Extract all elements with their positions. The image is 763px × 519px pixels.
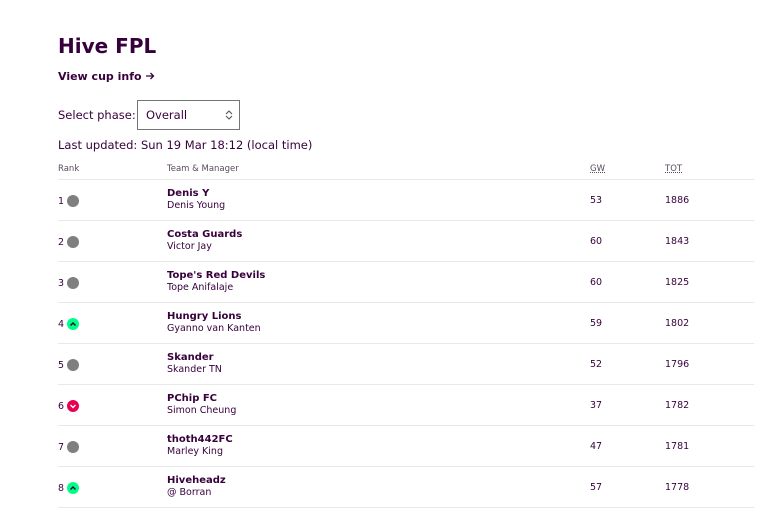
table-header: Rank Team & Manager GW TOT bbox=[58, 160, 754, 180]
rank-same-icon bbox=[67, 195, 80, 207]
phase-select-value: Overall bbox=[146, 108, 188, 122]
team-name[interactable]: Hiveheadz bbox=[167, 475, 226, 486]
total-points: 1781 bbox=[665, 441, 690, 452]
select-arrows-icon bbox=[225, 109, 233, 121]
manager-name: Simon Cheung bbox=[167, 405, 237, 416]
total-points: 1802 bbox=[665, 318, 690, 329]
gw-points: 60 bbox=[590, 236, 603, 247]
gw-points: 59 bbox=[590, 318, 603, 329]
table-row: 4 Hungry Lions Gyanno van Kanten 59 1802 bbox=[58, 303, 754, 344]
manager-name: @ Borran bbox=[167, 487, 212, 498]
rank-cell: 6 bbox=[58, 400, 80, 412]
team-cell[interactable]: Hiveheadz @ Borran bbox=[167, 475, 226, 498]
manager-name: Gyanno van Kanten bbox=[167, 323, 261, 334]
rank-cell: 7 bbox=[58, 441, 80, 453]
rank-number: 2 bbox=[58, 236, 65, 248]
total-points: 1782 bbox=[665, 400, 690, 411]
team-cell[interactable]: Denis Y Denis Young bbox=[167, 188, 225, 211]
team-name[interactable]: PChip FC bbox=[167, 393, 236, 404]
team-cell[interactable]: Tope's Red Devils Tope Anifalaje bbox=[167, 270, 265, 293]
rank-cell: 8 bbox=[58, 482, 80, 494]
phase-label: Select phase: bbox=[58, 108, 136, 122]
header-tot[interactable]: TOT bbox=[665, 164, 682, 174]
table-row: 7 thoth442FC Marley King 47 1781 bbox=[58, 426, 754, 467]
gw-points: 53 bbox=[590, 195, 603, 206]
table-row: 6 PChip FC Simon Cheung 37 1782 bbox=[58, 385, 754, 426]
arrow-right-icon bbox=[145, 70, 155, 83]
gw-points: 37 bbox=[590, 400, 603, 411]
rank-same-icon bbox=[67, 277, 80, 289]
table-row: 1 Denis Y Denis Young 53 1886 bbox=[58, 180, 754, 221]
total-points: 1778 bbox=[665, 482, 690, 493]
rank-same-icon bbox=[67, 236, 80, 248]
rank-cell: 5 bbox=[58, 359, 80, 371]
gw-points: 52 bbox=[590, 359, 603, 370]
team-cell[interactable]: thoth442FC Marley King bbox=[167, 434, 233, 457]
team-cell[interactable]: Costa Guards Victor Jay bbox=[167, 229, 242, 252]
phase-select[interactable]: Overall bbox=[137, 100, 240, 130]
cup-link-label: View cup info bbox=[58, 70, 142, 83]
manager-name: Skander TN bbox=[167, 364, 222, 375]
manager-name: Tope Anifalaje bbox=[167, 282, 234, 293]
rank-up-icon bbox=[67, 482, 80, 494]
gw-points: 47 bbox=[590, 441, 603, 452]
team-name[interactable]: thoth442FC bbox=[167, 434, 233, 445]
team-cell[interactable]: Hungry Lions Gyanno van Kanten bbox=[167, 311, 261, 334]
header-gw[interactable]: GW bbox=[590, 164, 605, 174]
rank-number: 7 bbox=[58, 441, 65, 453]
table-row: 2 Costa Guards Victor Jay 60 1843 bbox=[58, 221, 754, 262]
rank-number: 5 bbox=[58, 359, 65, 371]
manager-name: Victor Jay bbox=[167, 241, 212, 252]
rank-cell: 2 bbox=[58, 236, 80, 248]
total-points: 1843 bbox=[665, 236, 690, 247]
team-cell[interactable]: Skander Skander TN bbox=[167, 352, 222, 375]
rank-cell: 3 bbox=[58, 277, 80, 289]
standings-table: Rank Team & Manager GW TOT 1 Denis Y Denis… bbox=[58, 160, 754, 508]
last-updated-text: Last updated: Sun 19 Mar 18:12 (local ti… bbox=[58, 138, 313, 152]
rank-same-icon bbox=[67, 359, 80, 371]
rank-number: 8 bbox=[58, 482, 65, 494]
rank-number: 3 bbox=[58, 277, 65, 289]
table-row: 3 Tope's Red Devils Tope Anifalaje 60 1825 bbox=[58, 262, 754, 303]
team-name[interactable]: Skander bbox=[167, 352, 222, 363]
table-row: 8 Hiveheadz @ Borran 57 1778 bbox=[58, 467, 754, 508]
total-points: 1886 bbox=[665, 195, 690, 206]
team-name[interactable]: Hungry Lions bbox=[167, 311, 261, 322]
team-name[interactable]: Costa Guards bbox=[167, 229, 242, 240]
rank-cell: 4 bbox=[58, 318, 80, 330]
total-points: 1796 bbox=[665, 359, 690, 370]
rank-cell: 1 bbox=[58, 195, 80, 207]
rank-number: 1 bbox=[58, 195, 65, 207]
rank-down-icon bbox=[67, 400, 80, 412]
team-cell[interactable]: PChip FC Simon Cheung bbox=[167, 393, 236, 416]
rank-same-icon bbox=[67, 441, 80, 453]
team-name[interactable]: Denis Y bbox=[167, 188, 225, 199]
rank-number: 6 bbox=[58, 400, 65, 412]
rank-number: 4 bbox=[58, 318, 65, 330]
table-row: 5 Skander Skander TN 52 1796 bbox=[58, 344, 754, 385]
manager-name: Denis Young bbox=[167, 200, 226, 211]
total-points: 1825 bbox=[665, 277, 690, 288]
page-title: Hive FPL bbox=[58, 34, 157, 58]
header-team-manager: Team & Manager bbox=[167, 164, 239, 174]
manager-name: Marley King bbox=[167, 446, 223, 457]
gw-points: 60 bbox=[590, 277, 603, 288]
header-rank: Rank bbox=[58, 164, 80, 174]
rank-up-icon bbox=[67, 318, 80, 330]
table-body: 1 Denis Y Denis Young 53 1886 2 Costa Guards Vi… bbox=[58, 180, 754, 508]
view-cup-info-link[interactable]: View cup info bbox=[58, 70, 155, 83]
gw-points: 57 bbox=[590, 482, 603, 493]
team-name[interactable]: Tope's Red Devils bbox=[167, 270, 265, 281]
